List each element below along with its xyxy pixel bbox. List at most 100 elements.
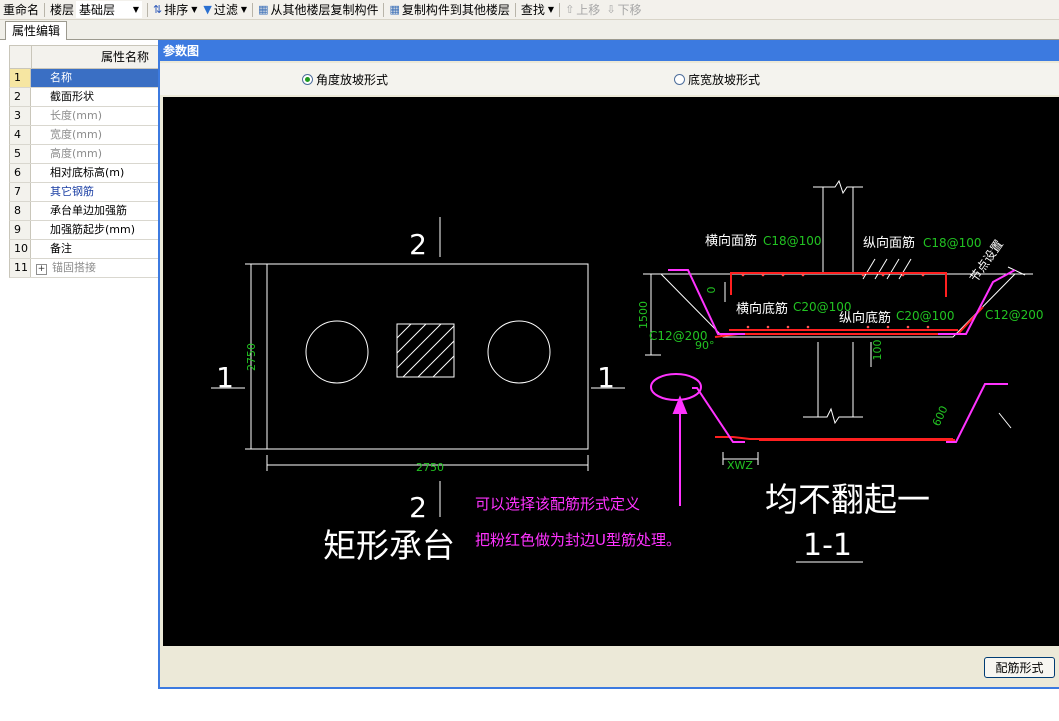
filter-button[interactable]: ▼ 过滤 ▼ (200, 0, 250, 19)
label-transverse-bottom-rebar: 横向底筋 (736, 301, 788, 317)
find-button[interactable]: 查找 ▼ (518, 0, 557, 19)
left-stirrup-spec: C12@200 (649, 329, 708, 343)
table-row[interactable]: 10 备注 (9, 240, 159, 259)
plan-dim-vertical: 2750 (245, 343, 258, 371)
section-heading: 均不翻起一 (765, 480, 930, 519)
toolbar-divider (383, 2, 385, 17)
toolbar-divider (44, 2, 46, 17)
sort-button[interactable]: ⇅ 排序 ▼ (150, 0, 200, 19)
reinforcement-form-button[interactable]: 配筋形式 (984, 657, 1055, 678)
toolbar-divider (147, 2, 149, 17)
table-row[interactable]: 11 + 锚固搭接 (9, 259, 159, 278)
spec-longitudinal-bottom-rebar: C20@100 (896, 309, 955, 323)
plan-section-number-bottom: 2 (409, 491, 427, 524)
floor-label: 楼层 (50, 3, 75, 17)
radio-width-slope[interactable]: 底宽放坡形式 (674, 71, 760, 88)
spec-longitudinal-face-rebar: C18@100 (923, 236, 982, 250)
u-rebar-left (668, 269, 745, 335)
arrow-up-icon: ⇧ (565, 3, 575, 16)
table-row[interactable]: 7 其它钢筋 (9, 183, 159, 202)
row-number: 9 (10, 221, 31, 239)
pile-circle-right (487, 320, 551, 384)
section-dim-100: 100 (871, 340, 884, 361)
table-row[interactable]: 1 名称 (9, 69, 159, 88)
column-hatch (396, 323, 455, 378)
toolbar-divider (559, 2, 561, 17)
filter-icon: ▼ (203, 3, 212, 16)
radio-angle-slope[interactable]: 角度放坡形式 (302, 71, 388, 88)
copy-to-floor-label: 复制构件到其他楼层 (401, 3, 510, 17)
arrow-down-icon: ⇩ (606, 3, 616, 16)
row-number: 11 (10, 259, 31, 277)
label-longitudinal-bottom-rebar: 纵向底筋 (839, 310, 891, 326)
toolbar: 重命名 楼层 基础层 ▼ ⇅ 排序 ▼ ▼ 过滤 ▼ ▦ 从其他楼层复制构件 ▦… (0, 0, 1059, 20)
copy-out-icon: ▦ (389, 3, 400, 16)
chevron-down-icon: ▼ (191, 5, 198, 14)
table-row[interactable]: 2 截面形状 (9, 88, 159, 107)
table-row[interactable]: 5 高度(mm) (9, 145, 159, 164)
property-label: 高度(mm) (50, 147, 103, 160)
row-number: 2 (10, 88, 31, 106)
toolbar-divider (514, 2, 516, 17)
move-down-label: 下移 (617, 3, 642, 17)
row-number: 6 (10, 164, 31, 182)
radio-width-label: 底宽放坡形式 (688, 73, 761, 87)
label-longitudinal-face-rebar: 纵向面筋 (863, 235, 915, 251)
tab-property-editor[interactable]: 属性编辑 (5, 21, 67, 40)
floor-picker: 楼层 基础层 ▼ (47, 0, 145, 19)
move-up-button[interactable]: ⇧ 上移 (562, 0, 603, 19)
table-row[interactable]: 3 长度(mm) (9, 107, 159, 126)
property-label: 加强筋起步(mm) (50, 223, 136, 236)
table-row[interactable]: 9 加强筋起步(mm) (9, 221, 159, 240)
detail-dim-xwz: XWZ (727, 459, 753, 472)
move-down-button[interactable]: ⇩ 下移 (603, 0, 644, 19)
floor-select[interactable]: 基础层 ▼ (76, 1, 143, 18)
row-number: 1 (10, 69, 31, 87)
detail-u-rebar-right (946, 383, 1008, 443)
filter-label: 过滤 (213, 3, 238, 17)
move-up-label: 上移 (576, 3, 601, 17)
slope-mode-options: 角度放坡形式 底宽放坡形式 (160, 63, 1059, 95)
pile-break-mark (803, 407, 863, 425)
chevron-down-icon: ▼ (132, 5, 140, 14)
dialog-title: 参数图 (160, 42, 1059, 61)
row-number-header (10, 46, 32, 68)
row-number: 10 (10, 240, 31, 258)
chevron-down-icon: ▼ (240, 5, 248, 14)
floor-select-value: 基础层 (79, 3, 116, 17)
find-label: 查找 (520, 3, 545, 17)
dim-600-tick (998, 412, 1012, 429)
expand-icon[interactable]: + (36, 264, 47, 275)
row-number: 7 (10, 183, 31, 201)
note-line-1: 可以选择该配筋形式定义 (475, 495, 640, 513)
diagram-canvas: 2750 2750 2 2 1 1 矩形承台 横向面筋 C18@100 纵向面筋… (163, 97, 1059, 646)
rename-button[interactable]: 重命名 (0, 0, 42, 19)
property-label: 相对底标高(m) (50, 166, 125, 179)
copy-in-icon: ▦ (258, 3, 269, 16)
property-label: 备注 (50, 242, 72, 255)
copy-from-floor-button[interactable]: ▦ 从其他楼层复制构件 (255, 0, 381, 19)
property-label: 承台单边加强筋 (50, 204, 127, 217)
property-label: + 锚固搭接 (31, 259, 158, 277)
label-transverse-face-rebar: 横向面筋 (705, 233, 757, 249)
detail-bottom-rebar (715, 436, 953, 440)
plan-section-number-top: 2 (409, 228, 427, 261)
section-name: 1-1 (803, 528, 852, 563)
rename-label: 重命名 (3, 3, 40, 17)
table-row[interactable]: 8 承台单边加强筋 (9, 202, 159, 221)
table-row[interactable]: 6 相对底标高(m) (9, 164, 159, 183)
sort-icon: ⇅ (153, 3, 163, 16)
radio-checked-icon (302, 74, 313, 85)
parameter-diagram-dialog: 参数图 角度放坡形式 底宽放坡形式 2750 2750 2 2 1 1 矩形承台… (158, 40, 1059, 689)
property-grid: 属性名称 1 名称 2 截面形状 3 长度(mm) 4 宽度(mm) 5 高度(… (9, 45, 159, 278)
note-line-2: 把粉红色做为封边U型筋处理。 (475, 531, 681, 549)
row-number: 4 (10, 126, 31, 144)
chevron-down-icon: ▼ (547, 5, 555, 14)
radio-angle-label: 角度放坡形式 (316, 73, 389, 87)
property-label: 其它钢筋 (50, 185, 94, 198)
table-row[interactable]: 4 宽度(mm) (9, 126, 159, 145)
top-rebar (730, 272, 947, 297)
copy-to-floor-button[interactable]: ▦ 复制构件到其他楼层 (386, 0, 512, 19)
pile-circle-left (305, 320, 369, 384)
plan-section-number-right: 1 (597, 361, 615, 394)
